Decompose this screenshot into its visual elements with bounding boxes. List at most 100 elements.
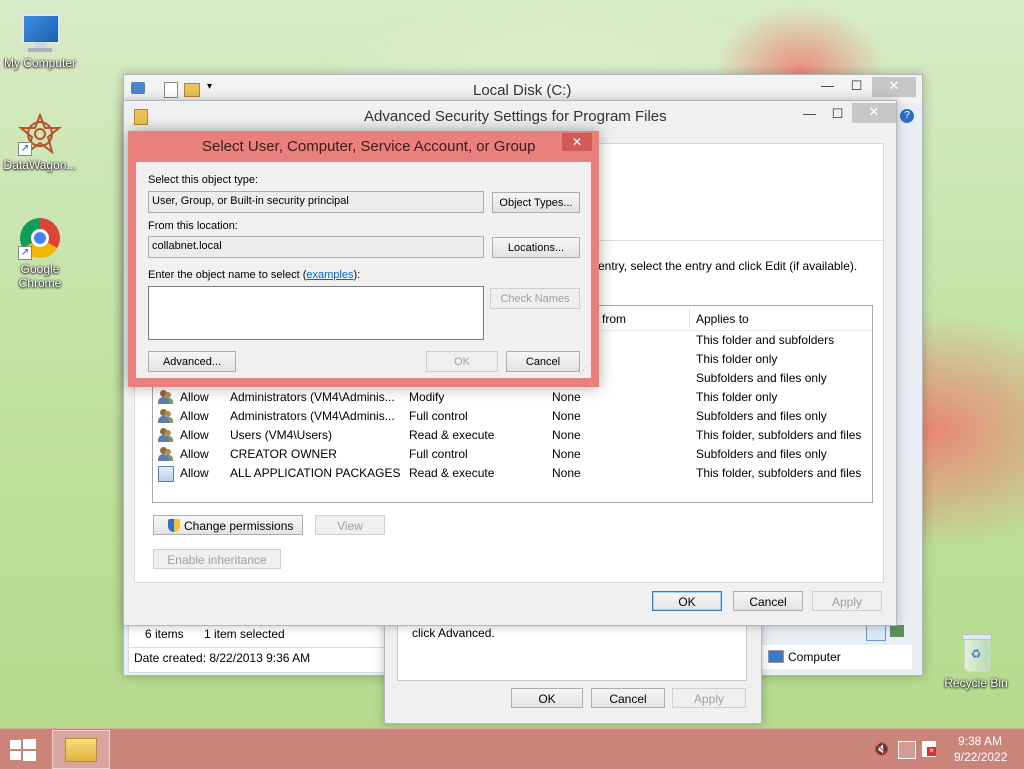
- action-center-icon[interactable]: ✕: [922, 741, 936, 757]
- desktop-icon-google-chrome[interactable]: ↗ Google Chrome: [0, 216, 80, 290]
- close-button[interactable]: ✕: [852, 103, 896, 123]
- table-row[interactable]: This folder and subfolders: [696, 331, 834, 350]
- column-header-applies-to[interactable]: Applies to: [696, 312, 749, 326]
- select-cancel-button[interactable]: Cancel: [506, 351, 580, 372]
- check-names-button[interactable]: Check Names: [490, 288, 580, 309]
- close-button[interactable]: ✕: [872, 77, 916, 97]
- select-ok-button[interactable]: OK: [426, 351, 498, 372]
- locations-button[interactable]: Locations...: [492, 237, 580, 258]
- desktop-icon-datawagon[interactable]: ↗ DataWagon...: [0, 112, 80, 172]
- select-user-dialog-body: Select this object type: User, Group, or…: [136, 162, 591, 378]
- access-cell: Full control: [409, 447, 468, 461]
- table-row[interactable]: Allow Users (VM4\Users) Read & execute N…: [153, 426, 872, 445]
- instruction-text: entry, select the entry and click Edit (…: [598, 259, 858, 273]
- desktop-icon-my-computer[interactable]: My Computer: [0, 10, 80, 70]
- date-created: Date created: 8/22/2013 9:36 AM: [134, 651, 311, 665]
- applies-cell: This folder and subfolders: [696, 333, 835, 347]
- change-permissions-button[interactable]: Change permissions: [153, 515, 303, 535]
- column-header-from[interactable]: from: [602, 312, 626, 326]
- file-explorer-icon: [65, 738, 97, 762]
- resize-grip-icon[interactable]: ⋰: [579, 366, 589, 376]
- volume-muted-icon[interactable]: 🔇: [874, 742, 890, 756]
- desktop-icon-label: My Computer: [3, 56, 77, 70]
- desktop-icon-label: Google Chrome: [18, 262, 62, 290]
- properties-text: click Advanced.: [412, 626, 495, 640]
- desktop-icon-recycle-bin[interactable]: ♻ Recycle Bin: [936, 630, 1016, 690]
- object-name-label-prefix: Enter the object name to select (: [148, 269, 307, 281]
- explorer-title: Local Disk (C:): [473, 82, 572, 99]
- apply-button[interactable]: Apply: [812, 591, 882, 611]
- details-view-icon[interactable]: [866, 625, 886, 641]
- start-button[interactable]: [8, 737, 38, 763]
- principal-cell: Administrators (VM4\Adminis...: [230, 409, 395, 423]
- chevron-down-icon[interactable]: ▾: [207, 81, 212, 92]
- properties-cancel-button[interactable]: Cancel: [591, 688, 665, 708]
- computer-small-icon: [768, 650, 784, 663]
- change-permissions-label: Change permissions: [184, 519, 294, 533]
- type-cell: Allow: [180, 409, 209, 423]
- table-row[interactable]: Allow Administrators (VM4\Adminis... Ful…: [153, 407, 872, 426]
- status-bar: 6 items 1 item selected Date created: 8/…: [128, 623, 390, 673]
- taskbar: 🔇 ✕ 9:38 AM 9/22/2022: [0, 728, 1024, 769]
- properties-apply-button[interactable]: Apply: [672, 688, 746, 708]
- maximize-button[interactable]: ☐: [824, 105, 851, 125]
- object-types-button[interactable]: Object Types...: [492, 192, 580, 213]
- enable-inheritance-button[interactable]: Enable inheritance: [153, 549, 281, 569]
- app-packages-icon: [158, 466, 174, 482]
- access-cell: Modify: [409, 390, 445, 404]
- maximize-button[interactable]: ☐: [843, 77, 870, 97]
- close-button[interactable]: ✕: [562, 133, 592, 151]
- examples-link[interactable]: examples: [306, 269, 353, 281]
- properties-icon[interactable]: [164, 82, 178, 98]
- applies-cell: Subfolders and files only: [696, 447, 827, 461]
- desktop-icon-label: DataWagon...: [3, 158, 77, 172]
- folder-icon[interactable]: [184, 83, 200, 97]
- minimize-button[interactable]: —: [796, 105, 823, 125]
- minimize-button[interactable]: —: [814, 77, 841, 97]
- large-icons-view-icon[interactable]: [890, 625, 904, 637]
- ok-button[interactable]: OK: [652, 591, 722, 611]
- taskbar-file-explorer[interactable]: [52, 730, 110, 769]
- inherited-cell: None: [552, 409, 581, 423]
- recycle-bin-icon: ♻: [954, 630, 998, 674]
- object-type-field[interactable]: User, Group, or Built-in security princi…: [148, 191, 484, 213]
- shield-icon: [168, 519, 180, 532]
- applies-cell: Subfolders and files only: [696, 371, 827, 385]
- status-selected: 1 item selected: [204, 627, 285, 641]
- view-button[interactable]: View: [315, 515, 385, 535]
- table-row[interactable]: Allow CREATOR OWNER Full control None Su…: [153, 445, 872, 464]
- user-group-icon: [158, 408, 174, 424]
- inherited-cell: None: [552, 447, 581, 461]
- access-cell: Read & execute: [409, 466, 495, 480]
- location-label: From this location:: [148, 220, 238, 232]
- explorer-titlebar: ▾ Local Disk (C:) — ☐ ✕: [124, 75, 922, 103]
- location-field[interactable]: collabnet.local: [148, 236, 484, 258]
- object-type-label: Select this object type:: [148, 174, 259, 186]
- table-row[interactable]: Subfolders and files only: [696, 369, 827, 388]
- help-icon[interactable]: ?: [900, 109, 914, 123]
- table-row[interactable]: Allow ALL APPLICATION PACKAGES Read & ex…: [153, 464, 872, 483]
- applies-cell: This folder only: [696, 352, 778, 366]
- clock-date[interactable]: 9/22/2022: [954, 750, 1007, 764]
- network-tray-icon[interactable]: [898, 741, 916, 759]
- computer-location: Computer: [762, 645, 912, 669]
- principal-cell: CREATOR OWNER: [230, 447, 337, 461]
- access-cell: Read & execute: [409, 428, 495, 442]
- clock-time[interactable]: 9:38 AM: [958, 734, 1002, 748]
- applies-cell: This folder, subfolders and files: [696, 466, 862, 480]
- properties-ok-button[interactable]: OK: [511, 688, 583, 708]
- table-row[interactable]: This folder only: [696, 350, 777, 369]
- table-row[interactable]: Allow Administrators (VM4\Adminis... Mod…: [153, 388, 872, 407]
- object-name-input[interactable]: [148, 286, 484, 340]
- chrome-icon: ↗: [18, 216, 62, 260]
- principal-cell: Administrators (VM4\Adminis...: [230, 390, 395, 404]
- desktop-icon-label: Recycle Bin: [944, 676, 1008, 690]
- advanced-button[interactable]: Advanced...: [148, 351, 236, 372]
- applies-cell: Subfolders and files only: [696, 409, 827, 423]
- status-items: 6 items: [145, 627, 184, 641]
- user-group-icon: [158, 427, 174, 443]
- inherited-cell: None: [552, 390, 581, 404]
- cancel-button[interactable]: Cancel: [733, 591, 803, 611]
- windows-logo-icon: [10, 739, 36, 761]
- select-user-dialog: Select User, Computer, Service Account, …: [128, 131, 599, 387]
